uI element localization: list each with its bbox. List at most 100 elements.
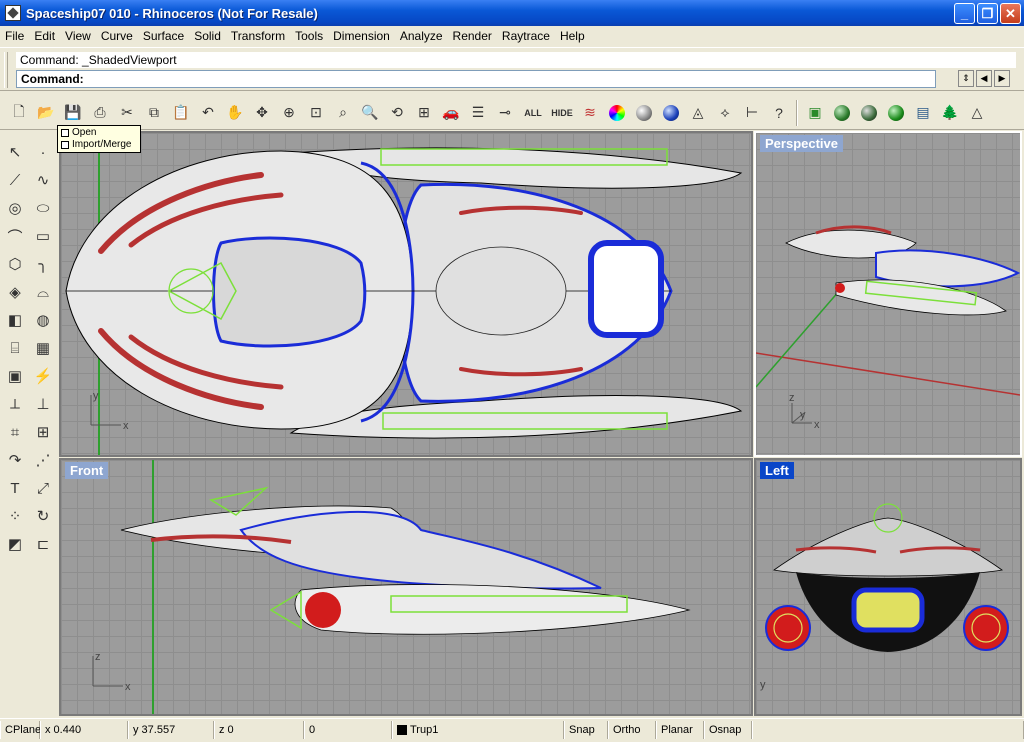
tree-icon[interactable]: 🌲	[937, 99, 963, 127]
box-icon[interactable]: ◧	[2, 307, 28, 333]
explode-icon[interactable]: ⌗	[2, 419, 28, 445]
undo-view-icon[interactable]: ⟲	[384, 99, 410, 127]
arc-icon[interactable]: ⌒	[2, 223, 28, 249]
menu-render[interactable]: Render	[448, 29, 497, 43]
zoom-selected-icon[interactable]: 🔍	[357, 99, 383, 127]
surface-icon[interactable]: ◈	[2, 279, 28, 305]
rotate-icon[interactable]: ↻	[30, 503, 56, 529]
scroll-left-icon[interactable]: ◀	[976, 70, 992, 87]
command-grip[interactable]	[4, 52, 8, 88]
viewport-front[interactable]: Front x z	[59, 458, 753, 716]
close-button[interactable]: ✕	[1000, 3, 1021, 24]
four-viewports-icon[interactable]: ⊞	[411, 99, 437, 127]
polygon-icon[interactable]: ⬡	[2, 251, 28, 277]
zoom-window-icon[interactable]: ⊡	[303, 99, 329, 127]
menu-transform[interactable]: Transform	[226, 29, 290, 43]
rectangle-icon[interactable]: ▭	[30, 223, 56, 249]
dimension-tool-icon[interactable]: ⊏	[30, 531, 56, 557]
cylinder-icon[interactable]: ⌸	[2, 335, 28, 361]
undo-icon[interactable]: ↶	[195, 99, 221, 127]
scroll-updown-icon[interactable]: ⇕	[958, 70, 974, 87]
rotate-view-icon[interactable]: ✥	[249, 99, 275, 127]
dimension-icon[interactable]: ⊢	[739, 99, 765, 127]
paste-icon[interactable]: 📋	[168, 99, 194, 127]
color-wheel-icon[interactable]	[604, 99, 630, 127]
scale-icon[interactable]: ⤢	[30, 475, 56, 501]
new-file-icon[interactable]: 🗋	[6, 99, 32, 127]
cplane-label[interactable]: CPlane	[0, 720, 41, 739]
command-area: Command: _ShadedViewport Command: ⇕ ◀ ▶	[0, 47, 1024, 91]
curve-icon[interactable]: ∿	[30, 167, 56, 193]
minimize-button[interactable]: _	[954, 3, 975, 24]
text-icon[interactable]: T	[2, 475, 28, 501]
layer-stack-icon[interactable]: ≋	[577, 99, 603, 127]
rhino-app-icon[interactable]	[5, 5, 21, 21]
layers-icon[interactable]: ☰	[465, 99, 491, 127]
point-icon[interactable]: ·	[30, 139, 56, 165]
fillet-icon[interactable]: ╮	[30, 251, 56, 277]
pan-hand-icon[interactable]: ✋	[222, 99, 248, 127]
rebuild-icon[interactable]: ↷	[2, 447, 28, 473]
layout-icon[interactable]: ◩	[2, 531, 28, 557]
print-icon[interactable]: ⎙	[87, 99, 113, 127]
select-all-button[interactable]: ALL	[519, 99, 547, 127]
maximize-button[interactable]: ❐	[977, 3, 998, 24]
open-folder-icon[interactable]: 📂	[33, 99, 59, 127]
polyline-icon[interactable]: ⟋	[2, 167, 28, 193]
loft-icon[interactable]: ⌓	[30, 279, 56, 305]
menu-curve[interactable]: Curve	[96, 29, 138, 43]
menu-edit[interactable]: Edit	[29, 29, 60, 43]
menu-solid[interactable]: Solid	[189, 29, 226, 43]
trim-icon[interactable]: ⚡	[30, 363, 56, 389]
split-icon[interactable]: ⟂	[2, 391, 28, 417]
cut-icon[interactable]: ✂	[114, 99, 140, 127]
viewport-top[interactable]: x y	[59, 131, 753, 457]
menu-tools[interactable]: Tools	[290, 29, 328, 43]
green-sphere-icon[interactable]	[883, 99, 909, 127]
scroll-right-icon[interactable]: ▶	[994, 70, 1010, 87]
menu-analyze[interactable]: Analyze	[395, 29, 448, 43]
select-arrow-icon[interactable]: ↖	[2, 139, 28, 165]
copy-icon[interactable]: ⧉	[141, 99, 167, 127]
car-icon[interactable]: 🚗	[438, 99, 464, 127]
ortho-toggle[interactable]: Ortho	[608, 720, 656, 739]
left-click-icon	[61, 129, 69, 137]
viewport-left[interactable]: Left y	[754, 458, 1022, 716]
menu-view[interactable]: View	[60, 29, 96, 43]
zoom-dynamic-icon[interactable]: ⊕	[276, 99, 302, 127]
current-layer[interactable]: Trup1	[392, 720, 564, 739]
mesh-icon[interactable]: ▦	[30, 335, 56, 361]
planar-toggle[interactable]: Planar	[656, 720, 704, 739]
menu-file[interactable]: File	[0, 29, 29, 43]
shaded-render-icon[interactable]	[856, 99, 882, 127]
edit-points-icon[interactable]: ⋰	[30, 447, 56, 473]
ellipse-icon[interactable]: ⬭	[30, 195, 56, 221]
spotlight-cone-icon[interactable]: △	[964, 99, 990, 127]
menu-surface[interactable]: Surface	[138, 29, 189, 43]
spotlight-icon[interactable]: ◬	[685, 99, 711, 127]
boolean-icon[interactable]: ▣	[2, 363, 28, 389]
material-sphere-icon[interactable]	[631, 99, 657, 127]
object-snap-icon[interactable]: ⊸	[492, 99, 518, 127]
render-window-icon[interactable]: ▣	[802, 99, 828, 127]
menu-raytrace[interactable]: Raytrace	[497, 29, 555, 43]
render-sphere-icon[interactable]	[658, 99, 684, 127]
group-icon[interactable]: ⊞	[30, 419, 56, 445]
join-icon[interactable]: ⊥	[30, 391, 56, 417]
control-points-icon[interactable]: ⟡	[712, 99, 738, 127]
osnap-toggle[interactable]: Osnap	[704, 720, 752, 739]
save-icon[interactable]: 💾	[60, 99, 86, 127]
environment-icon[interactable]: ▤	[910, 99, 936, 127]
command-input[interactable]	[87, 72, 788, 86]
menu-dimension[interactable]: Dimension	[328, 29, 395, 43]
save-render-icon[interactable]	[829, 99, 855, 127]
viewport-perspective[interactable]: Perspective x y z	[754, 131, 1022, 457]
hide-button[interactable]: HIDE	[548, 99, 576, 127]
zoom-extents-icon[interactable]: ⌕	[330, 99, 356, 127]
circle-icon[interactable]: ◎	[2, 195, 28, 221]
menu-help[interactable]: Help	[555, 29, 590, 43]
array-icon[interactable]: ⁘	[2, 503, 28, 529]
sphere-icon[interactable]: ◍	[30, 307, 56, 333]
help-icon[interactable]: ?	[766, 99, 792, 127]
snap-toggle[interactable]: Snap	[564, 720, 608, 739]
